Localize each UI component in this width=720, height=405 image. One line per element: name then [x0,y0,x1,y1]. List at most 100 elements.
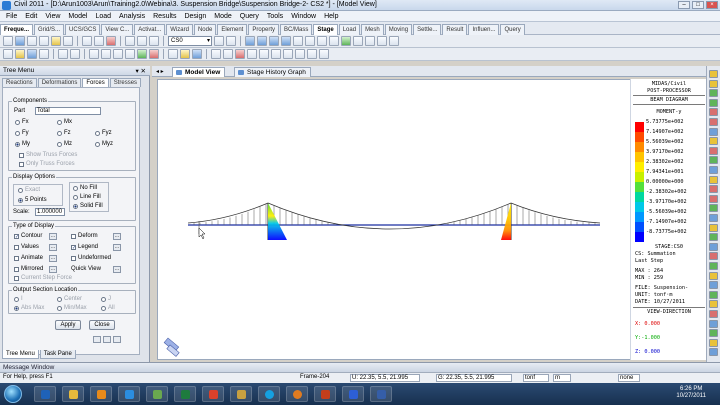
select-intersect-icon[interactable] [39,36,49,46]
mirrored-options-button[interactable]: ... [49,266,57,273]
right-tool-icon[interactable] [709,242,718,251]
boundary-icon[interactable] [137,49,147,59]
graph-icon[interactable] [295,49,305,59]
tab-settlement[interactable]: Settle... [413,24,442,35]
view-top-icon[interactable] [257,36,267,46]
tab-forces[interactable]: Forces [82,78,109,87]
legend-checkbox[interactable]: Legend [71,244,98,250]
powerpoint-taskbar-icon[interactable] [314,386,336,402]
tab-load[interactable]: Load [338,24,361,35]
tab-moving[interactable]: Moving [384,24,413,35]
right-tool-icon[interactable] [709,300,718,309]
postprocess-icon[interactable] [192,49,202,59]
stage-prev-icon[interactable] [214,36,224,46]
load-icon[interactable] [149,49,159,59]
tab-result[interactable]: Result [442,24,468,35]
unit-length-select[interactable]: m [553,374,571,382]
scale-input[interactable]: 1.000000 [35,208,65,216]
files-taskbar-icon[interactable] [230,386,252,402]
explorer-taskbar-icon[interactable] [62,386,84,402]
beam-force-icon[interactable] [235,49,245,59]
zoom-window-icon[interactable] [329,36,339,46]
tab-node[interactable]: Node [193,24,217,35]
skype-taskbar-icon[interactable] [258,386,280,402]
right-tool-icon[interactable] [709,127,718,136]
menu-analysis[interactable]: Analysis [115,13,149,20]
stage-next-icon[interactable] [226,36,236,46]
right-tool-icon[interactable] [709,108,718,117]
radio-fx[interactable]: Fx [15,119,29,125]
right-tool-icon[interactable] [709,137,718,146]
unselect-all-icon[interactable] [94,36,104,46]
radio-section-abs-max[interactable]: Abs Max [14,305,44,311]
tab-frequently-used[interactable]: Freque... [0,24,34,35]
right-tool-icon[interactable] [709,252,718,261]
close-button[interactable]: × [706,1,718,9]
tab-wizard[interactable]: Wizard [166,24,193,35]
apply-button[interactable]: Apply [55,320,81,330]
app-taskbar-icon[interactable] [342,386,364,402]
radio-5-points[interactable]: 5 Points [18,197,47,203]
right-tool-icon[interactable] [709,118,718,126]
tab-activation[interactable]: Activat... [134,24,166,35]
tab-stage[interactable]: Stage [313,24,338,35]
save-icon[interactable] [27,49,37,59]
unselect-icon[interactable] [82,36,92,46]
element-number-icon[interactable] [125,49,135,59]
menu-query[interactable]: Query [236,13,263,20]
table-icon[interactable] [283,49,293,59]
civil-taskbar-icon[interactable] [202,386,224,402]
shrink-icon[interactable] [353,36,363,46]
menu-model[interactable]: Model [64,13,91,20]
tab-element[interactable]: Element [217,24,248,35]
panel-copy-icon[interactable] [93,336,101,343]
pan-icon[interactable] [305,36,315,46]
start-button-icon[interactable] [4,385,22,403]
tab-model-view[interactable]: Model View [172,67,226,77]
tab-query[interactable]: Query [500,24,525,35]
redo-icon[interactable] [70,49,80,59]
right-tool-icon[interactable] [709,310,718,318]
mirrored-checkbox[interactable]: Mirrored [14,266,43,272]
tab-bc-mass[interactable]: BC/Mass [280,24,313,35]
midas-taskbar-icon[interactable] [370,386,392,402]
menu-mode[interactable]: Mode [210,13,236,20]
excel-taskbar-icon[interactable] [174,386,196,402]
display-icon[interactable] [365,36,375,46]
stage-select[interactable]: CS0 [168,36,212,46]
model-viewport[interactable] [157,79,706,360]
menu-design[interactable]: Design [180,13,210,20]
select-polygon-icon[interactable] [27,36,37,46]
only-truss-forces-checkbox[interactable]: Only Truss Forces [19,161,75,167]
deform-checkbox[interactable]: Deform [71,233,98,239]
new-file-icon[interactable] [3,49,13,59]
radio-mz[interactable]: Mz [57,141,72,147]
activate-icon[interactable] [125,36,135,46]
animate-options-button[interactable]: ... [49,255,57,262]
unit-force-select[interactable]: tonf [523,374,549,382]
tab-tree-menu[interactable]: Tree Menu [2,350,39,359]
activate-all-icon[interactable] [149,36,159,46]
open-file-icon[interactable] [15,49,25,59]
select-volume-icon[interactable] [63,36,73,46]
panel-print-icon[interactable] [103,336,111,343]
node-number-icon[interactable] [113,49,123,59]
right-tool-icon[interactable] [709,223,718,232]
text-output-icon[interactable] [307,49,317,59]
tab-stage-history-graph[interactable]: Stage History Graph [234,67,311,77]
contour-checkbox[interactable]: Contour [14,233,42,239]
right-tool-icon[interactable] [709,185,718,194]
unselect-previous-icon[interactable] [106,36,116,46]
quick-view-button[interactable]: ... [113,266,121,273]
right-tool-icon[interactable] [709,146,718,155]
zoom-fit-icon[interactable] [317,36,327,46]
right-tool-icon[interactable] [709,262,718,270]
radio-mx[interactable]: Mx [57,119,72,125]
radio-section-center[interactable]: Center [57,296,82,302]
tab-view-control[interactable]: View C... [101,24,134,35]
tab-ucs-gcs[interactable]: UCS/GCS [65,24,101,35]
outlook-taskbar-icon[interactable] [34,386,56,402]
tab-deformations[interactable]: Deformations [37,78,82,87]
animate-checkbox[interactable]: Animate [14,255,43,261]
radio-fyz[interactable]: Fyz [95,130,112,136]
